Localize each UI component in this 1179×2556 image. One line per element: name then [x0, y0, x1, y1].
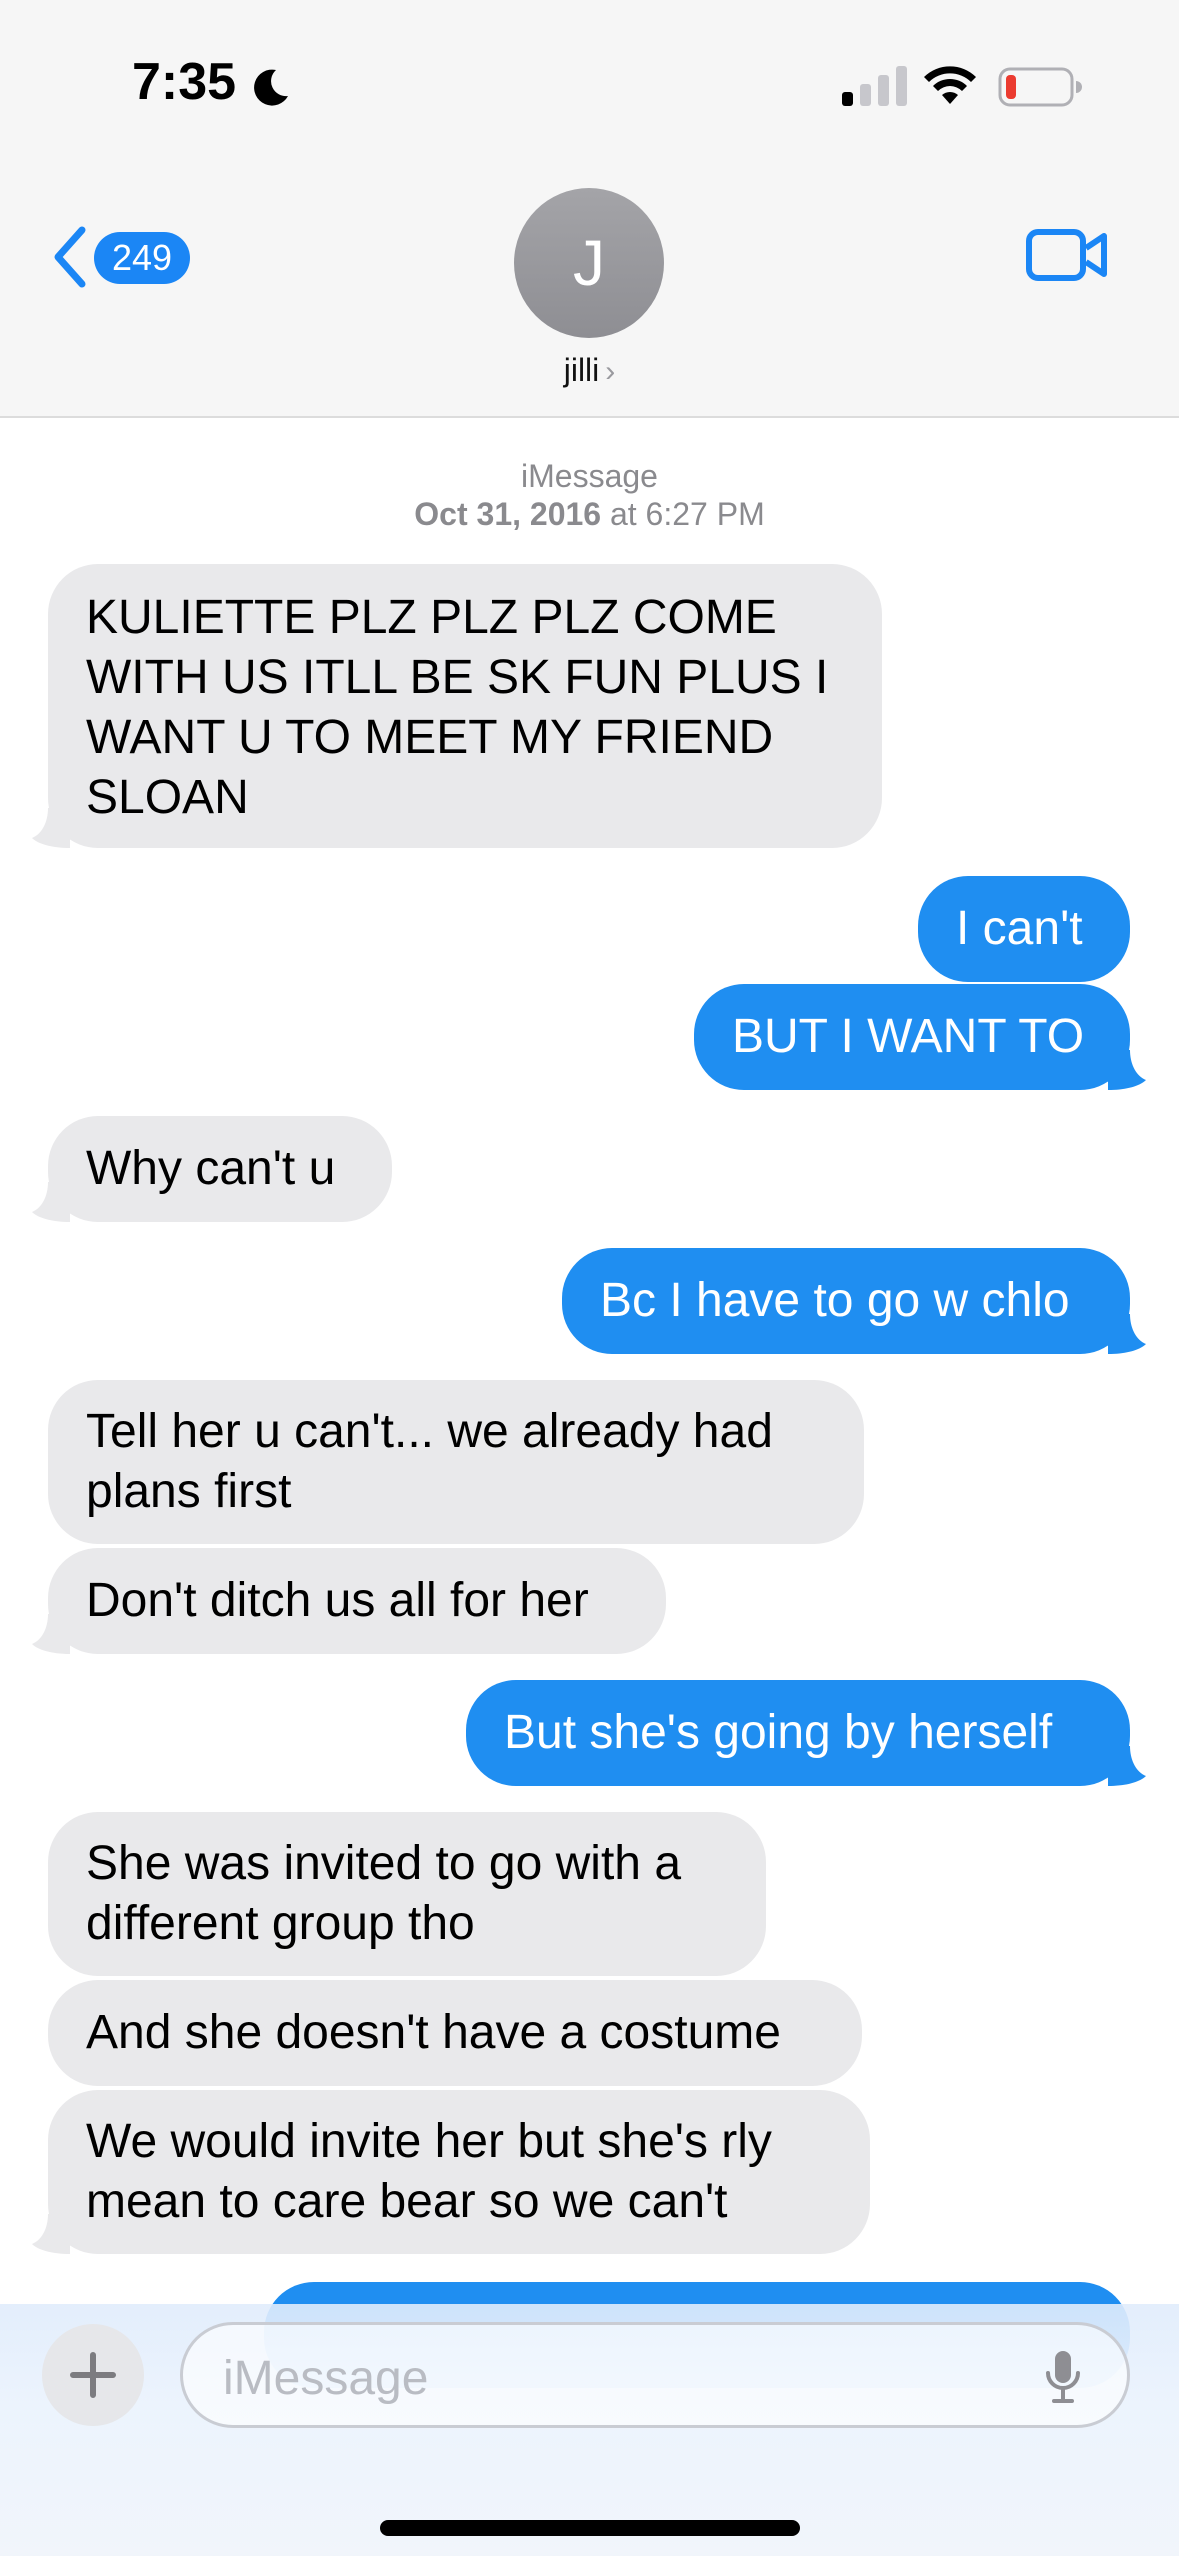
message-bubble-incoming[interactable]: And she doesn't have a costume	[48, 1980, 862, 2086]
add-attachment-button[interactable]	[42, 2324, 144, 2426]
message-line: WANT U TO MEET MY FRIEND	[86, 711, 774, 764]
back-button[interactable]: 249	[44, 222, 204, 292]
moon-icon	[254, 69, 288, 106]
message-input[interactable]: iMessage	[180, 2322, 1130, 2428]
avatar[interactable]: J	[514, 188, 664, 338]
message-line: plans first	[86, 1465, 292, 1518]
bubble-tail	[32, 1614, 70, 1654]
message-line: Don't ditch us all for her	[86, 1574, 589, 1627]
message-input-placeholder: iMessage	[223, 2352, 429, 2405]
bubble-tail	[1108, 1314, 1146, 1354]
wifi-icon	[924, 66, 976, 104]
timestamp-date: Oct 31, 2016	[414, 496, 602, 532]
message-line: different group tho	[86, 1897, 475, 1950]
message-bubble-incoming[interactable]: Tell her u can't... we already had plans…	[48, 1380, 864, 1544]
message-line: BUT I WANT TO	[732, 1010, 1085, 1063]
message-line: SLOAN	[86, 771, 249, 824]
message-line: But she's going by herself	[504, 1706, 1053, 1759]
bubble-tail	[32, 2214, 70, 2254]
message-line: I can't	[956, 902, 1083, 955]
bubble-tail	[32, 808, 70, 848]
message-line: Tell her u can't... we already had	[86, 1405, 773, 1458]
message-line: mean to care bear so we can't	[86, 2175, 728, 2228]
status-time: 7:35	[132, 53, 237, 111]
timestamp: Oct 31, 2016 at 6:27 PM	[0, 496, 1179, 533]
plus-icon	[70, 2352, 116, 2398]
message-line: We would invite her but she's rly	[86, 2115, 772, 2168]
cellular-signal-icon	[842, 66, 907, 106]
timestamp-word: at	[609, 496, 637, 532]
message-bubble-outgoing[interactable]: Bc I have to go w chlo	[562, 1248, 1130, 1354]
message-bubble-incoming[interactable]: Don't ditch us all for her	[48, 1548, 666, 1654]
battery-low-icon	[998, 67, 1082, 107]
message-bubble-outgoing[interactable]: BUT I WANT TO	[694, 984, 1130, 1090]
chevron-left-icon	[54, 226, 86, 288]
bubble-tail	[1108, 1746, 1146, 1786]
home-indicator[interactable]	[380, 2520, 800, 2536]
contact-name-button[interactable]: jilli ›	[0, 352, 1179, 389]
message-bubble-outgoing[interactable]: I can't	[918, 876, 1130, 982]
message-bubble-outgoing[interactable]: But she's going by herself	[466, 1680, 1130, 1786]
service-label: iMessage	[521, 458, 658, 494]
message-line: And she doesn't have a costume	[86, 2006, 781, 2059]
contact-name: jilli	[563, 352, 600, 388]
message-bubble-incoming[interactable]: We would invite her but she's rly mean t…	[48, 2090, 870, 2254]
unread-count-badge: 249	[94, 232, 190, 284]
timestamp-time: 6:27 PM	[645, 496, 765, 532]
microphone-icon[interactable]	[1043, 2349, 1083, 2405]
message-line: She was invited to go with a	[86, 1837, 682, 1890]
message-line: Why can't u	[86, 1142, 336, 1195]
video-camera-icon[interactable]	[1026, 226, 1108, 284]
bubble-tail	[32, 1182, 70, 1222]
chevron-right-icon: ›	[605, 355, 616, 388]
message-bubble-incoming[interactable]: She was invited to go with a different g…	[48, 1812, 766, 1976]
message-bubble-incoming[interactable]: Why can't u	[48, 1116, 392, 1222]
conversation-header: 7:35 249 J jilli ›	[0, 0, 1179, 418]
bubble-tail	[1108, 1050, 1146, 1090]
message-bubble-incoming[interactable]: KULIETTE PLZ PLZ PLZ COME WITH US ITLL B…	[48, 564, 882, 848]
message-line: WITH US ITLL BE SK FUN PLUS I	[86, 651, 829, 704]
message-line: KULIETTE PLZ PLZ PLZ COME	[86, 591, 777, 644]
message-line: Bc I have to go w chlo	[600, 1274, 1070, 1327]
